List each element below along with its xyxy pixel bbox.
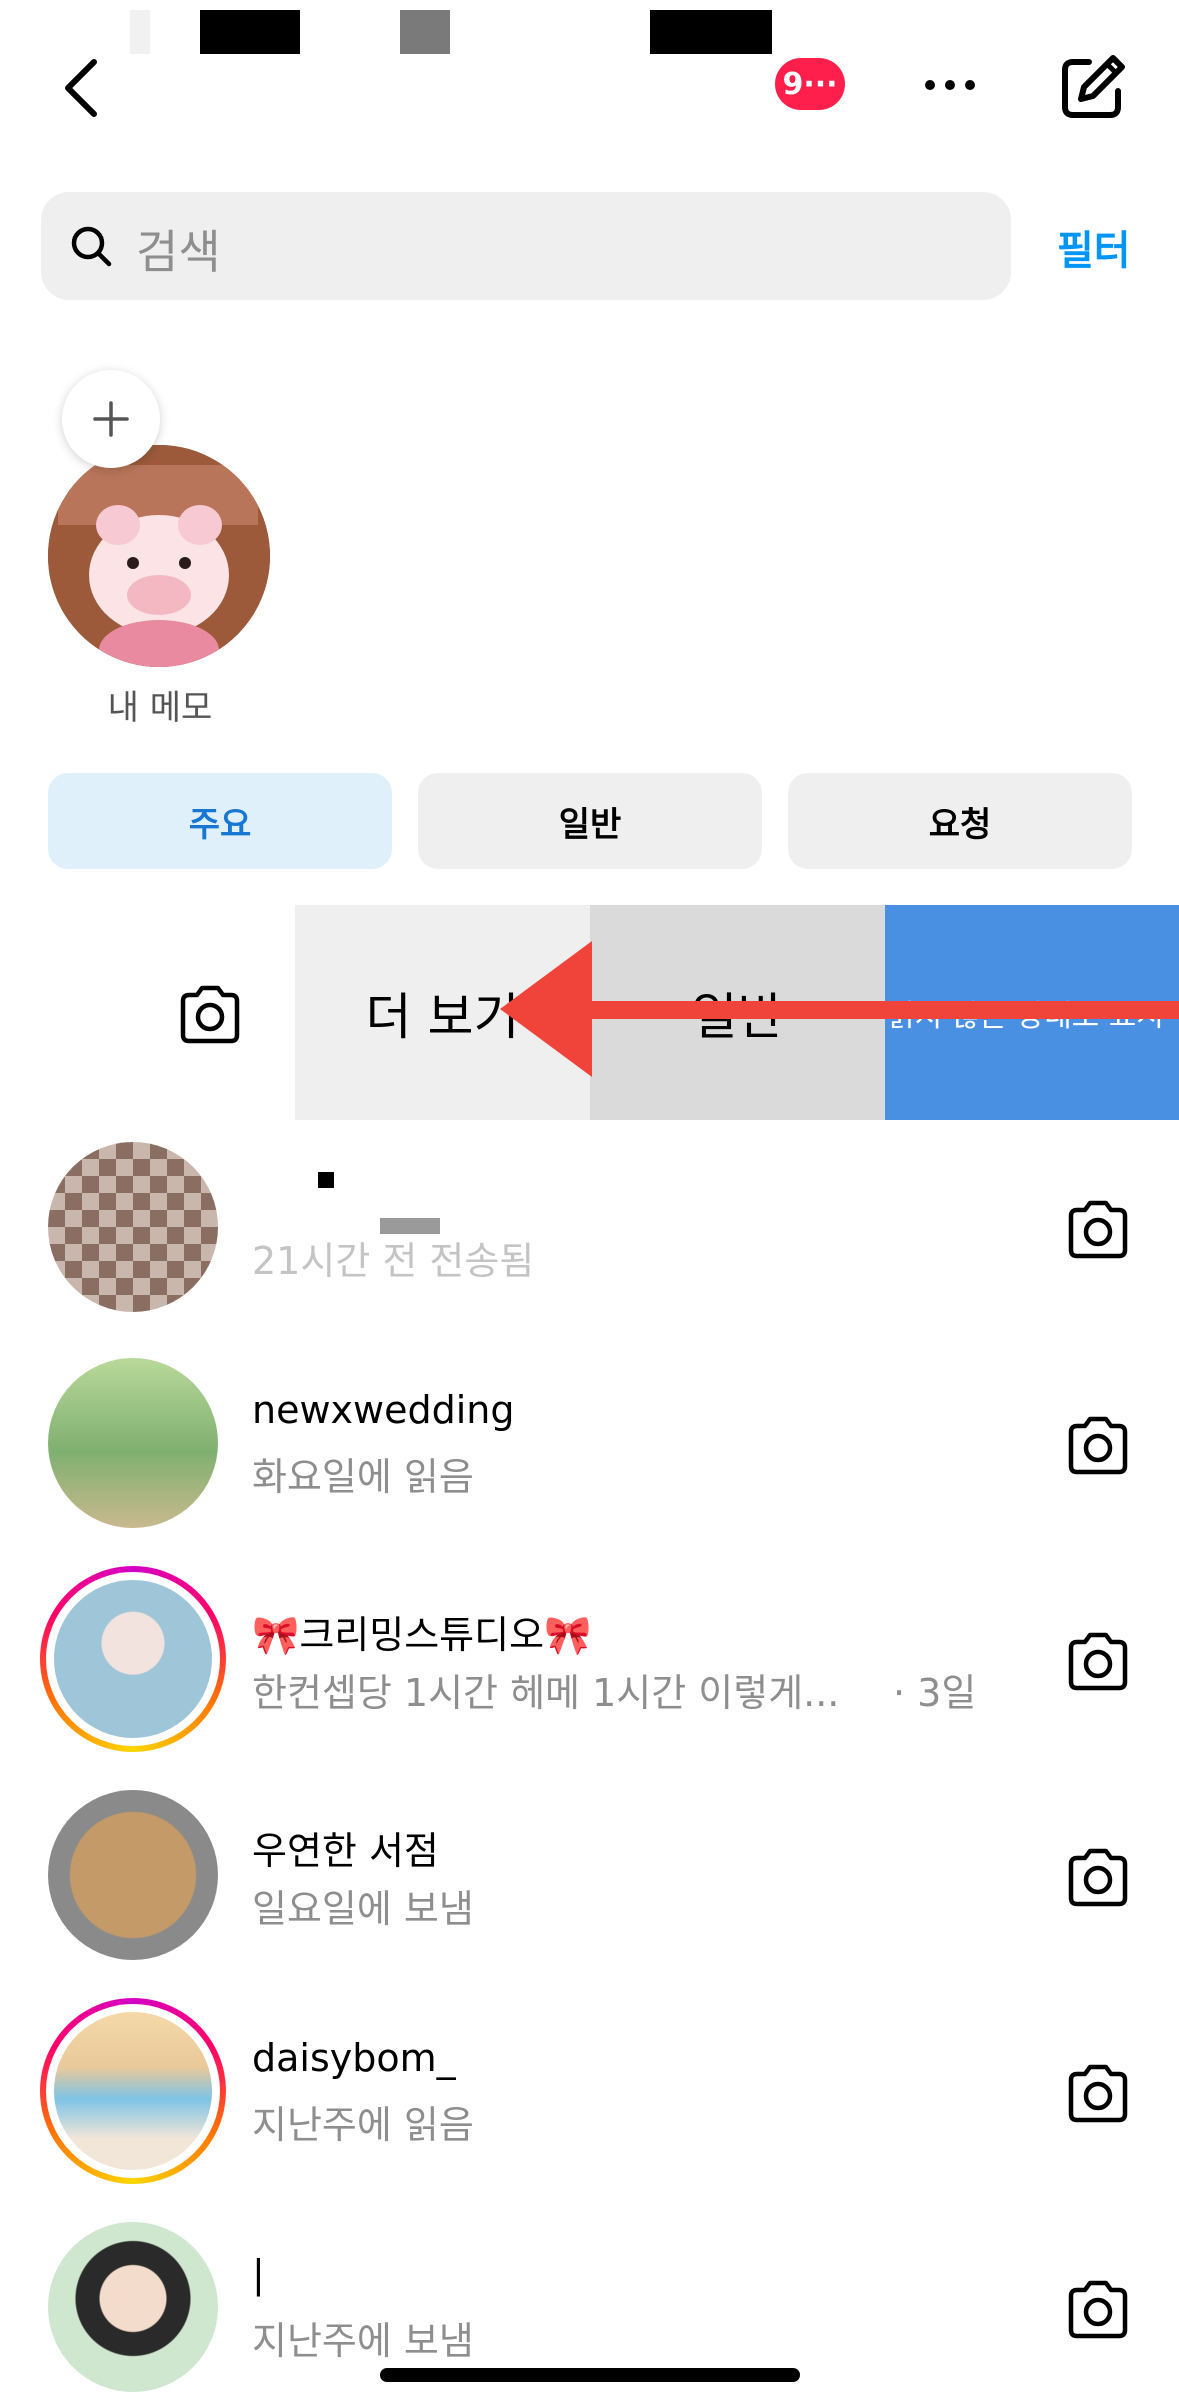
search-input[interactable]: 검색: [41, 192, 1011, 300]
search-placeholder: 검색: [136, 225, 221, 279]
back-button[interactable]: [50, 50, 120, 120]
chevron-left-icon: [65, 59, 97, 117]
camera-icon[interactable]: [1063, 1414, 1133, 1476]
chat-subtitle: 지난주에 보냄: [252, 2319, 474, 2363]
header: 9···: [0, 40, 1179, 130]
inbox-tabs: 주요 일반 요청: [48, 773, 1132, 869]
avatar: [48, 1790, 218, 1960]
more-options-button[interactable]: [915, 50, 985, 120]
avatar: [48, 1142, 218, 1312]
chat-subtitle: 화요일에 읽음: [252, 1455, 474, 1499]
avatar: [54, 1580, 212, 1738]
camera-icon[interactable]: [1063, 2278, 1133, 2340]
tab-general[interactable]: 일반: [418, 773, 762, 869]
swiped-chat-row[interactable]: 더 보기 일반 읽지 않은 상태로 표시: [0, 905, 1179, 1120]
mark-unread-button[interactable]: 읽지 않은 상태로 표시: [885, 905, 1179, 1120]
filter-link[interactable]: 필터: [1057, 218, 1131, 276]
chat-subtitle: 한컨셉당 1시간 헤메 1시간 이렇게...: [252, 1671, 840, 1715]
avatar-illustration: [48, 445, 270, 667]
chat-name: 우연한 서점: [252, 1829, 439, 1873]
compose-icon: [1062, 55, 1125, 118]
my-avatar[interactable]: [48, 445, 270, 667]
chat-row[interactable]: 🎀크리밍스튜디오🎀 한컨셉당 1시간 헤메 1시간 이렇게... · 3일: [0, 1552, 1179, 1768]
chat-subtitle: 21시간 전 전송됨: [252, 1239, 535, 1283]
note-label: 내 메모: [107, 688, 213, 728]
chat-row[interactable]: newxwedding 화요일에 읽음: [0, 1336, 1179, 1552]
avatar: [48, 1358, 218, 1528]
camera-icon[interactable]: [1063, 2062, 1133, 2124]
notification-badge[interactable]: 9···: [775, 58, 845, 110]
chat-time: · 3일: [893, 1671, 977, 1715]
plus-icon: [93, 401, 129, 437]
chat-row[interactable]: 우연한 서점 일요일에 보냄: [0, 1768, 1179, 1984]
chat-subtitle: 일요일에 보냄: [252, 1887, 474, 1931]
chat-name: |: [252, 2252, 265, 2296]
add-note-button[interactable]: [62, 370, 160, 468]
redacted-block: [318, 1172, 334, 1188]
chat-subtitle: 지난주에 읽음: [252, 2103, 474, 2147]
home-indicator[interactable]: [380, 2368, 800, 2382]
tab-requests[interactable]: 요청: [788, 773, 1132, 869]
chat-name: 🎀크리밍스튜디오🎀: [252, 1613, 592, 1657]
camera-icon[interactable]: [1063, 1630, 1133, 1692]
chat-row[interactable]: daisybom_ 지난주에 읽음: [0, 1984, 1179, 2200]
camera-icon[interactable]: [1063, 1846, 1133, 1908]
search-icon: [71, 226, 112, 267]
move-to-general-button[interactable]: 일반: [590, 905, 885, 1120]
more-horizontal-icon: [925, 80, 975, 90]
camera-icon[interactable]: [1063, 1198, 1133, 1260]
chat-name: newxwedding: [252, 1388, 515, 1432]
chat-name: daisybom_: [252, 2036, 456, 2080]
chat-row[interactable]: 21시간 전 전송됨: [0, 1120, 1179, 1336]
avatar: [48, 2222, 218, 2392]
more-action-button[interactable]: 더 보기: [295, 905, 590, 1120]
compose-button[interactable]: [1055, 50, 1130, 125]
avatar: [54, 2012, 212, 2170]
tab-primary[interactable]: 주요: [48, 773, 392, 869]
camera-icon[interactable]: [175, 983, 245, 1045]
